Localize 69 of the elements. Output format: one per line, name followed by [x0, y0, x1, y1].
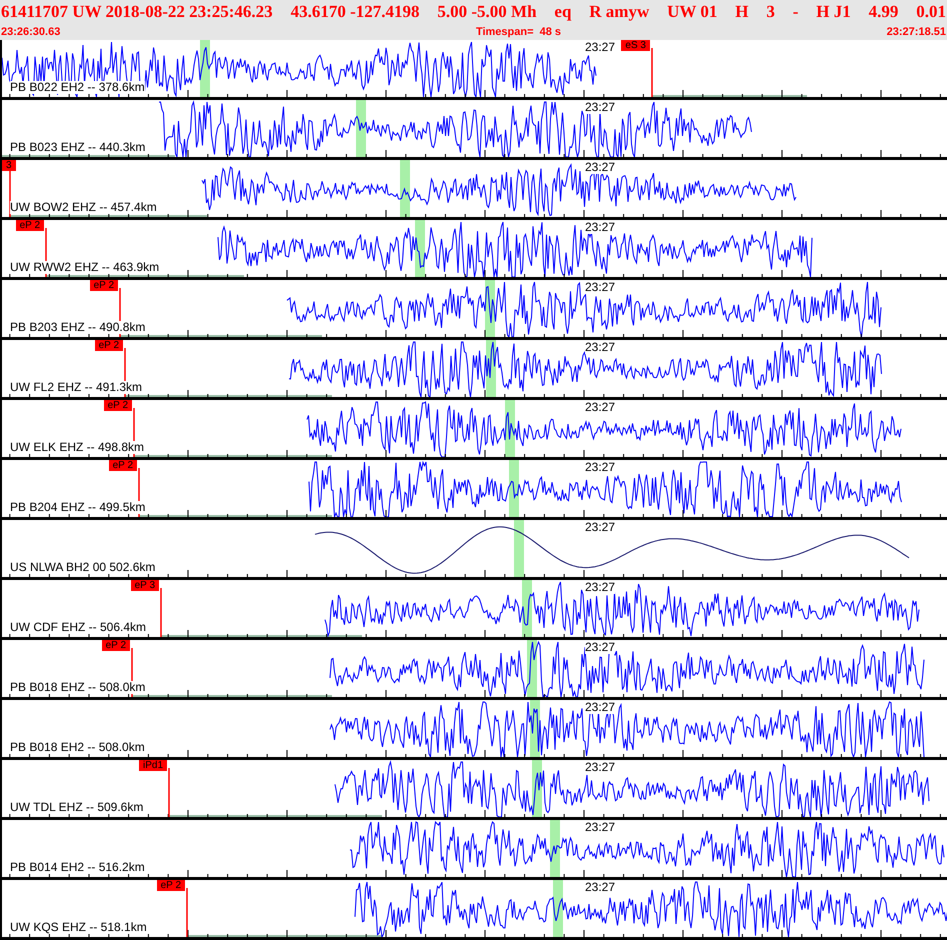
event-field: 61411707 UW 2018-08-22 23:25:46.23 — [1, 0, 273, 25]
start-time: 23:26:30.63 — [1, 24, 60, 40]
event-field: eq — [554, 0, 572, 25]
time-label: 23:27 — [585, 340, 616, 354]
pick-label: eP 2 — [156, 880, 185, 891]
channel-label: UW ELK EHZ -- 498.8km — [10, 441, 144, 454]
channel-label: PB B023 EHZ -- 440.3km — [10, 141, 146, 154]
channel-label: PB B203 EHZ -- 490.8km — [10, 321, 146, 334]
channel-label: PB B204 EHZ -- 499.5km — [10, 501, 146, 514]
channel-label: UW RWW2 EHZ -- 463.9km — [10, 261, 160, 274]
pick-line — [168, 768, 170, 817]
pick-label: eP 3 — [130, 580, 159, 591]
pick-label: eP 2 — [90, 280, 118, 291]
pick-line — [160, 588, 162, 637]
pick-label: eP 2 — [16, 220, 44, 231]
timespan: Timespan= 48 s — [476, 24, 562, 40]
channel-label: PB B018 EHZ -- 508.0km — [10, 681, 146, 694]
pick-line — [186, 888, 188, 937]
time-label: 23:27 — [585, 400, 616, 414]
pick-label: eP 2 — [102, 640, 130, 651]
time-label: 23:27 — [585, 520, 616, 534]
event-field: 4.99 — [868, 0, 898, 25]
pick-line — [651, 48, 653, 97]
channel-label: US NLWA BH2 00 502.6km — [10, 561, 156, 574]
marker-band — [550, 820, 560, 877]
time-label: 23:27 — [585, 40, 616, 54]
pick-label: eP 2 — [108, 460, 137, 471]
marker-band — [415, 220, 425, 277]
channel-label: UW TDL EHZ -- 509.6km — [10, 801, 144, 814]
marker-band — [356, 100, 366, 157]
time-label: 23:27 — [585, 280, 616, 294]
marker-band — [514, 520, 524, 577]
event-field: R amyw — [589, 0, 650, 25]
event-field: 3 — [766, 0, 775, 25]
event-field: - — [792, 0, 798, 25]
pick-label: 3 — [2, 160, 16, 171]
channel-label: PB B014 EH2 -- 516.2km — [10, 861, 145, 874]
pick-line — [9, 168, 11, 217]
pick-label: eP 2 — [104, 400, 132, 411]
marker-band — [509, 460, 519, 517]
pick-label: eP 2 — [94, 340, 123, 351]
event-field: H J1 — [816, 0, 851, 25]
channel-label: UW CDF EHZ -- 506.4km — [10, 621, 146, 634]
marker-band — [400, 160, 410, 217]
time-label: 23:27 — [585, 100, 616, 114]
time-label: 23:27 — [585, 820, 616, 834]
marker-band — [553, 880, 563, 937]
event-field: UW 01 — [667, 0, 718, 25]
event-field: H — [735, 0, 748, 25]
channel-label: UW KQS EHZ -- 518.1km — [10, 921, 147, 934]
channel-label: PB B018 EH2 -- 508.0km — [10, 741, 145, 754]
time-label: 23:27 — [585, 580, 616, 594]
time-label: 23:27 — [585, 760, 616, 774]
time-label: 23:27 — [585, 700, 616, 714]
channel-label: PB B022 EH2 -- 378.6km — [10, 81, 145, 94]
pick-label: iPd1 — [138, 760, 167, 771]
event-field: 5.00 -5.00 Mh — [437, 0, 537, 25]
channel-label: UW FL2 EHZ -- 491.3km — [10, 381, 142, 394]
event-field: 0.01 — [916, 0, 946, 25]
time-label: 23:27 — [585, 160, 616, 174]
time-label: 23:27 — [585, 220, 616, 234]
channel-label: UW BOW2 EHZ -- 457.4km — [10, 201, 157, 214]
marker-band — [200, 40, 210, 97]
time-label: 23:27 — [585, 640, 616, 654]
time-label: 23:27 — [585, 880, 616, 894]
pick-label: eS 3 — [621, 40, 650, 51]
event-field: 43.6170 -127.4198 — [290, 0, 420, 25]
end-time: 23:27:18.51 — [886, 24, 946, 40]
time-label: 23:27 — [585, 460, 616, 474]
